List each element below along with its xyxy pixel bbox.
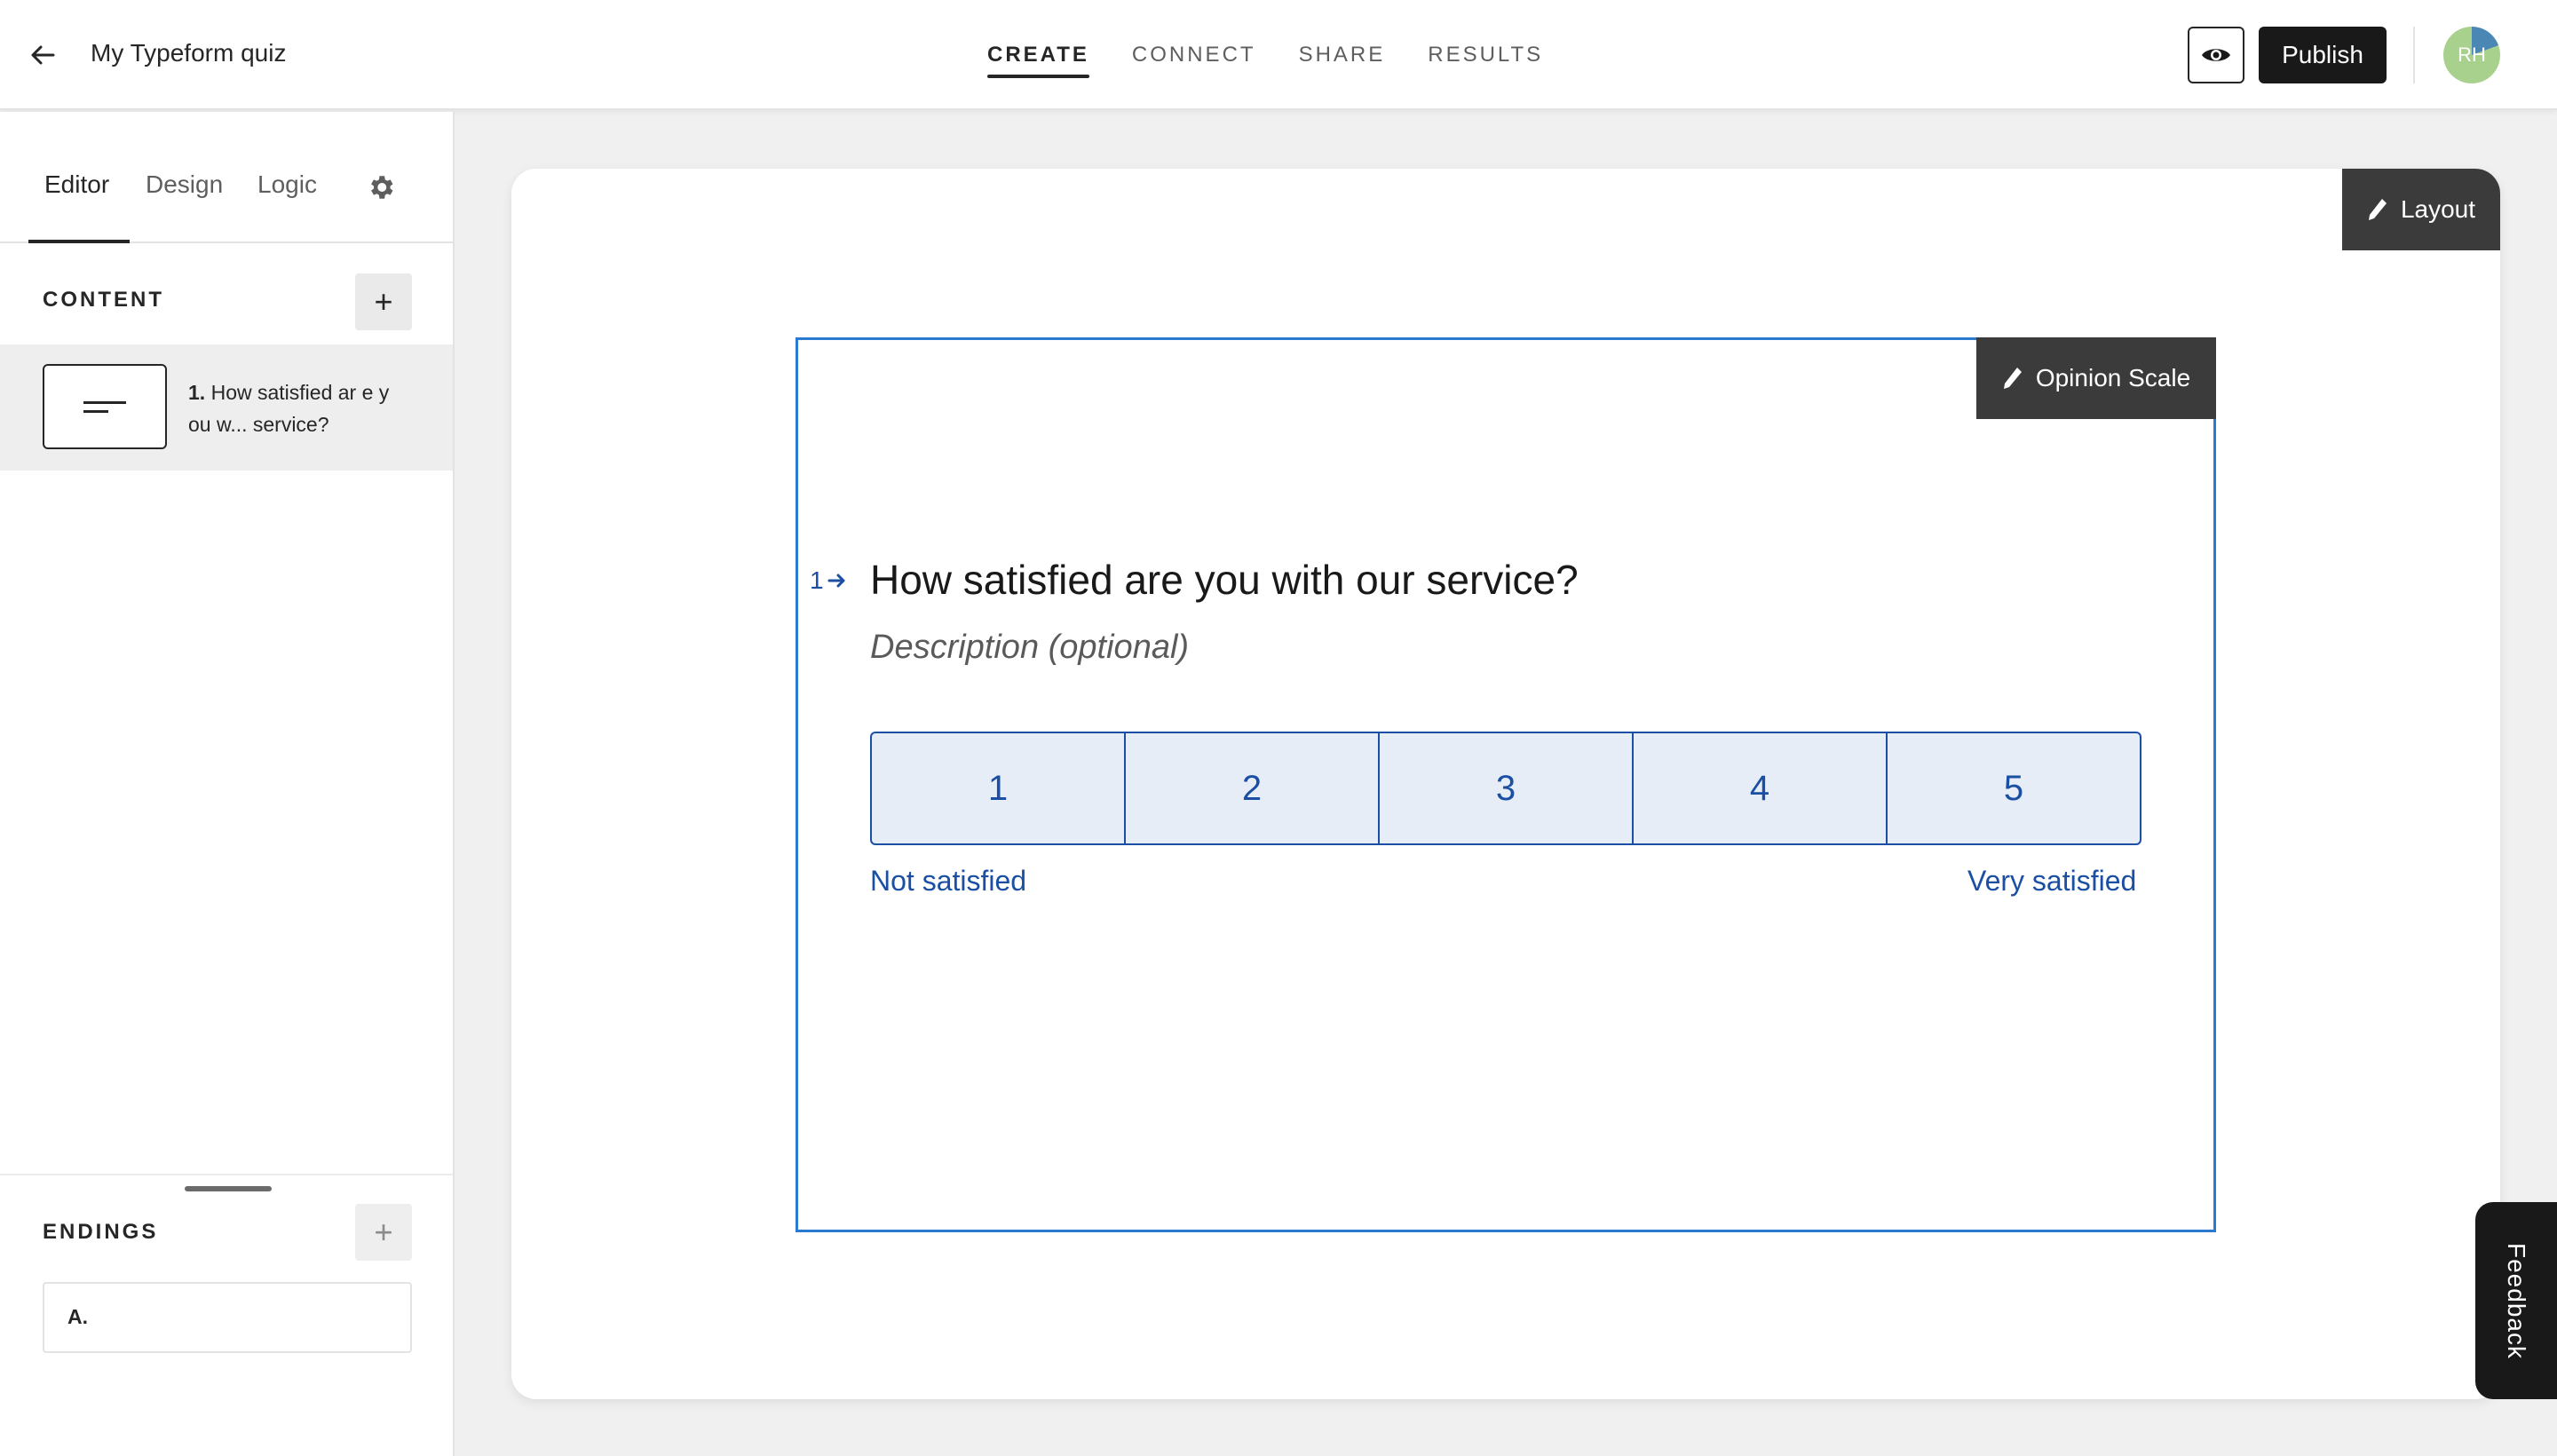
main-tabs: CREATE CONNECT SHARE RESULTS: [977, 0, 1575, 110]
back-button[interactable]: [23, 36, 62, 75]
tab-create[interactable]: CREATE: [977, 0, 1100, 110]
tab-connect[interactable]: CONNECT: [1121, 0, 1267, 110]
add-question-button[interactable]: +: [355, 273, 412, 330]
panel-tabs: Editor Design Logic: [0, 112, 453, 243]
tab-design[interactable]: Design: [146, 170, 223, 199]
opinion-scale: 1 2 3 4 5: [870, 732, 2141, 845]
scale-option-5[interactable]: 5: [1888, 733, 2140, 843]
scale-option-4[interactable]: 4: [1634, 733, 1888, 843]
arrow-right-icon: [827, 574, 845, 588]
arrow-left-icon: [31, 45, 55, 65]
feedback-button[interactable]: Feedback: [2475, 1202, 2557, 1399]
question-number: 1: [810, 566, 847, 595]
question-type-label: Opinion Scale: [2035, 364, 2191, 392]
question-number-value: 1: [810, 566, 824, 594]
tab-logic[interactable]: Logic: [257, 170, 317, 199]
feedback-label: Feedback: [2503, 1242, 2530, 1359]
pencil-icon: [2368, 199, 2387, 220]
scale-left-label[interactable]: Not satisfied: [870, 865, 1026, 898]
active-tab-indicator: [28, 240, 130, 243]
divider: [2413, 27, 2415, 83]
eye-icon: [2202, 49, 2230, 61]
question-description[interactable]: Description (optional): [870, 629, 1189, 667]
question-list-number: 1.: [188, 381, 206, 404]
gear-icon[interactable]: [366, 172, 396, 202]
layout-button-label: Layout: [2400, 195, 2476, 223]
pencil-icon: [2003, 368, 2022, 389]
question-list-label: How satisfied ar e you w... service?: [188, 381, 390, 436]
preview-button[interactable]: [2188, 27, 2244, 83]
scale-option-2[interactable]: 2: [1126, 733, 1380, 843]
left-panel: Editor Design Logic CONTENT + 1. How sat…: [0, 112, 455, 1456]
content-section-title: CONTENT: [43, 288, 164, 312]
publish-button[interactable]: Publish: [2259, 27, 2387, 83]
question-list-item[interactable]: 1. How satisfied ar e you w... service?: [0, 344, 453, 471]
question-title[interactable]: How satisfied are you with our service?: [870, 556, 1579, 604]
form-title[interactable]: My Typeform quiz: [91, 39, 286, 67]
endings-section-title: ENDINGS: [43, 1220, 159, 1244]
tab-share[interactable]: SHARE: [1288, 0, 1397, 110]
ending-list-item[interactable]: A.: [43, 1282, 412, 1353]
scale-option-3[interactable]: 3: [1380, 733, 1634, 843]
endings-divider: [0, 1174, 453, 1175]
avatar[interactable]: RH: [2443, 27, 2500, 83]
scale-option-1[interactable]: 1: [872, 733, 1126, 843]
tab-results[interactable]: RESULTS: [1417, 0, 1554, 110]
question-list-item-text: 1. How satisfied ar e you w... service?: [188, 376, 392, 440]
question-thumbnail-icon: [43, 364, 167, 449]
layout-button[interactable]: Layout: [2342, 169, 2500, 250]
question-type-button[interactable]: Opinion Scale: [1976, 337, 2216, 419]
resize-handle[interactable]: [185, 1186, 272, 1191]
tab-editor[interactable]: Editor: [44, 170, 109, 199]
add-ending-button[interactable]: +: [355, 1204, 412, 1261]
scale-right-label[interactable]: Very satisfied: [1967, 865, 2136, 898]
top-bar: My Typeform quiz CREATE CONNECT SHARE RE…: [0, 0, 2557, 110]
